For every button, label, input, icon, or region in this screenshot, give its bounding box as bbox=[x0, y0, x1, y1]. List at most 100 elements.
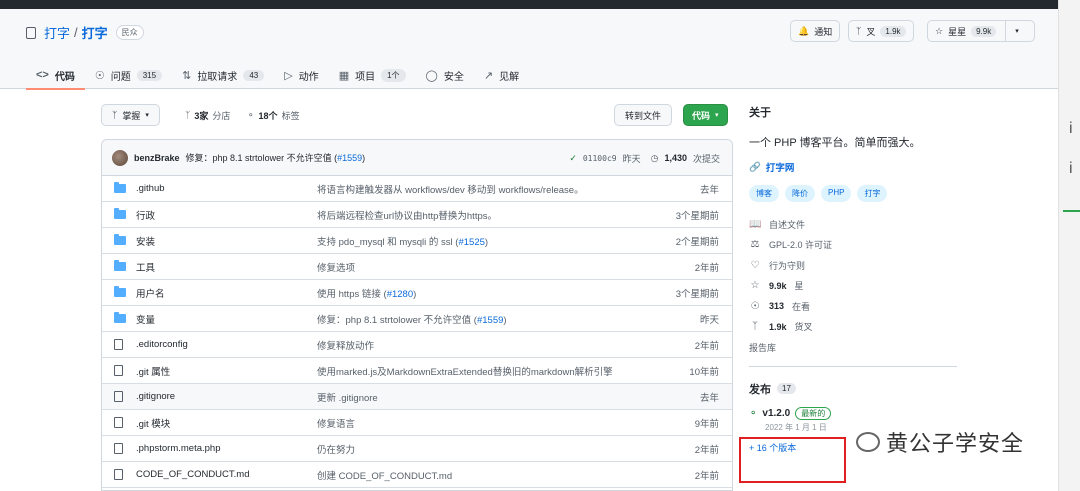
topic-tag[interactable]: 博客 bbox=[749, 185, 779, 202]
tab-security[interactable]: ◯ 安全 bbox=[416, 61, 474, 89]
file-age: 3个星期前 bbox=[675, 210, 719, 222]
topic-tag[interactable]: PHP bbox=[821, 185, 852, 202]
commit-message[interactable]: 修复：php 8.1 strtolower 不允许空值 (#1559) bbox=[186, 151, 366, 164]
file-row[interactable]: .gitignore 更新 .gitignore 去年 bbox=[102, 384, 732, 410]
branch-select-button[interactable]: ᛉ 掌握 ▾ bbox=[101, 104, 160, 126]
tab-actions[interactable]: ▷ 动作 bbox=[274, 61, 328, 89]
file-age: 2个星期前 bbox=[675, 236, 719, 248]
meta-value: 1.9k bbox=[769, 321, 787, 332]
issue-icon: ☉ bbox=[94, 69, 105, 82]
commit-sha[interactable]: 01100c9 bbox=[583, 154, 617, 163]
notifications-button[interactable]: 🔔 通知 bbox=[790, 20, 841, 42]
file-commit-message[interactable]: 支持 pdo_mysql 和 mysqli 的 ssl (#1525) bbox=[317, 234, 488, 248]
law-icon: ⚖ bbox=[750, 239, 760, 251]
file-name[interactable]: .gitignore bbox=[136, 391, 175, 402]
topic-tag[interactable]: 打字 bbox=[857, 185, 888, 202]
file-row[interactable]: 工具 修复选项 2年前 bbox=[102, 254, 732, 280]
file-commit-message[interactable]: 使用marked.js及MarkdownExtraExtended替换旧的mar… bbox=[317, 364, 613, 378]
file-name[interactable]: 变量 bbox=[136, 312, 155, 326]
file-name[interactable]: 用户名 bbox=[136, 286, 165, 300]
highlight-box bbox=[739, 437, 846, 483]
meta-report[interactable]: 报告库 bbox=[749, 337, 959, 358]
file-name[interactable]: .phpstorm.meta.php bbox=[136, 443, 221, 454]
file-name[interactable]: CODE_OF_CONDUCT.md bbox=[136, 469, 250, 480]
file-row[interactable]: 用户名 使用 https 链接 (#1280) 3个星期前 bbox=[102, 280, 732, 306]
latest-release[interactable]: ⚬ v1.2.0 最新的 bbox=[749, 406, 959, 420]
tags-link[interactable]: ⚬ 18个 标签 bbox=[247, 104, 300, 126]
tab-issues[interactable]: ☉ 问题 315 bbox=[85, 61, 172, 89]
file-commit-message[interactable]: 更新 .gitignore bbox=[317, 390, 378, 404]
file-commit-pr-link[interactable]: #1525 bbox=[458, 237, 484, 248]
file-commit-text: 将语言构建触发器从 workflows/dev 移动到 workflows/re… bbox=[317, 184, 584, 196]
file-row[interactable]: .git 模块 修复语言 9年前 bbox=[102, 410, 732, 436]
file-commit-message[interactable]: 修复释放动作 bbox=[317, 338, 374, 352]
file-name[interactable]: .editorconfig bbox=[136, 339, 188, 350]
file-row[interactable]: 安装 支持 pdo_mysql 和 mysqli 的 ssl (#1525) 2个星… bbox=[102, 228, 732, 254]
chevron-down-icon[interactable]: ▾ bbox=[1015, 27, 1019, 35]
releases-title[interactable]: 发布 17 bbox=[749, 381, 959, 397]
file-commit-message[interactable]: 使用 https 链接 (#1280) bbox=[317, 286, 416, 300]
file-commit-message[interactable]: 修复：php 8.1 strtolower 不允许空值 (#1559) bbox=[317, 312, 507, 326]
tab-projects[interactable]: ▦ 项目 1个 bbox=[329, 61, 416, 89]
commit-pr-link[interactable]: #1559 bbox=[337, 153, 362, 163]
file-row[interactable]: CODE_OF_CONDUCT.md 创建 CODE_OF_CONDUCT.md 2… bbox=[102, 462, 732, 488]
file-name[interactable]: .git 属性 bbox=[136, 364, 170, 378]
file-row[interactable]: .git 属性 使用marked.js及MarkdownExtraExtended… bbox=[102, 358, 732, 384]
eye-icon: ☉ bbox=[750, 300, 760, 312]
commit-count[interactable]: 1,430 bbox=[664, 153, 687, 163]
star-icon: ☆ bbox=[935, 25, 944, 36]
fork-label: 叉 bbox=[866, 26, 876, 37]
edge-glyph: i bbox=[1069, 160, 1073, 177]
file-row[interactable]: 行政 将后端远程检查url协议由http替换为https。 3个星期前 bbox=[102, 202, 732, 228]
file-commit-message[interactable]: 将语言构建触发器从 workflows/dev 移动到 workflows/re… bbox=[317, 182, 584, 196]
file-name[interactable]: .github bbox=[136, 183, 165, 194]
file-rows: .github 将语言构建触发器从 workflows/dev 移动到 workf… bbox=[102, 176, 732, 488]
file-commit-text: 仍在努力 bbox=[317, 444, 356, 456]
tab-count: 315 bbox=[136, 69, 163, 81]
file-row[interactable]: .phpstorm.meta.php 仍在努力 2年前 bbox=[102, 436, 732, 462]
fork-button[interactable]: ᛉ 叉 1.9k bbox=[848, 20, 914, 42]
file-row[interactable]: .editorconfig 修复释放动作 2年前 bbox=[102, 332, 732, 358]
file-commit-pr-link[interactable]: #1280 bbox=[387, 289, 413, 300]
topic-tag[interactable]: 降价 bbox=[785, 185, 815, 202]
file-commit-message[interactable]: 仍在努力 bbox=[317, 442, 355, 456]
file-commit-text: 使用 https 链接 ( bbox=[317, 288, 387, 300]
tab-pull-requests[interactable]: ⇅ 拉取请求 43 bbox=[172, 61, 274, 89]
file-commit-message[interactable]: 将后端远程检查url协议由http替换为https。 bbox=[317, 208, 497, 222]
file-row[interactable]: 变量 修复：php 8.1 strtolower 不允许空值 (#1559) 昨天 bbox=[102, 306, 732, 332]
repo-icon bbox=[26, 26, 36, 39]
meta-license[interactable]: ⚖ GPL-2.0 许可证 bbox=[749, 235, 959, 256]
tab-code[interactable]: <> 代码 bbox=[26, 61, 85, 90]
commit-author[interactable]: benzBrake bbox=[134, 153, 180, 163]
file-age: 3个星期前 bbox=[675, 288, 719, 300]
tab-label: 拉取请求 bbox=[197, 71, 238, 83]
folder-icon bbox=[114, 234, 126, 245]
goto-file-button[interactable]: 转到文件 bbox=[614, 104, 673, 126]
file-commit-message[interactable]: 修复选项 bbox=[317, 260, 355, 274]
star-button[interactable]: ☆ 星星 9.9k ▾ bbox=[927, 20, 1035, 42]
meta-forks[interactable]: ᛉ 1.9k 货叉 bbox=[749, 317, 959, 338]
file-commit-pr-link[interactable]: #1559 bbox=[477, 315, 503, 326]
play-icon: ▷ bbox=[284, 69, 293, 82]
file-commit-text: 创建 CODE_OF_CONDUCT.md bbox=[317, 470, 453, 482]
file-name[interactable]: 工具 bbox=[136, 260, 155, 274]
tab-insights[interactable]: ↗ 见解 bbox=[474, 61, 529, 89]
branches-link[interactable]: ᛉ 3家 分店 bbox=[185, 104, 230, 126]
website-link[interactable]: 🔗 打字网 bbox=[749, 160, 959, 175]
file-commit-message[interactable]: 修复语言 bbox=[317, 416, 355, 430]
file-name[interactable]: 安装 bbox=[136, 234, 155, 248]
code-button[interactable]: 代码 ▾ bbox=[683, 104, 728, 126]
file-name[interactable]: 行政 bbox=[136, 208, 155, 222]
meta-code-of-conduct[interactable]: ♡ 行为守则 bbox=[749, 255, 959, 276]
repo-name-link[interactable]: 打字 bbox=[82, 23, 108, 42]
file-name[interactable]: .git 模块 bbox=[136, 416, 170, 430]
meta-watchers[interactable]: ☉ 313 在看 bbox=[749, 296, 959, 317]
folder-icon bbox=[114, 286, 126, 297]
meta-readme[interactable]: 📖 自述文件 bbox=[749, 214, 959, 235]
repo-owner-link[interactable]: 打字 bbox=[44, 23, 70, 42]
file-row[interactable]: .github 将语言构建触发器从 workflows/dev 移动到 workf… bbox=[102, 176, 732, 202]
avatar[interactable] bbox=[112, 149, 128, 166]
repo-meta: 📖 自述文件 ⚖ GPL-2.0 许可证 ♡ 行为守则 ☆ 9.9k 星 ☉ 313 在看 ᛉ… bbox=[749, 214, 959, 358]
meta-stars[interactable]: ☆ 9.9k 星 bbox=[749, 276, 959, 297]
file-commit-message[interactable]: 创建 CODE_OF_CONDUCT.md bbox=[317, 468, 452, 482]
